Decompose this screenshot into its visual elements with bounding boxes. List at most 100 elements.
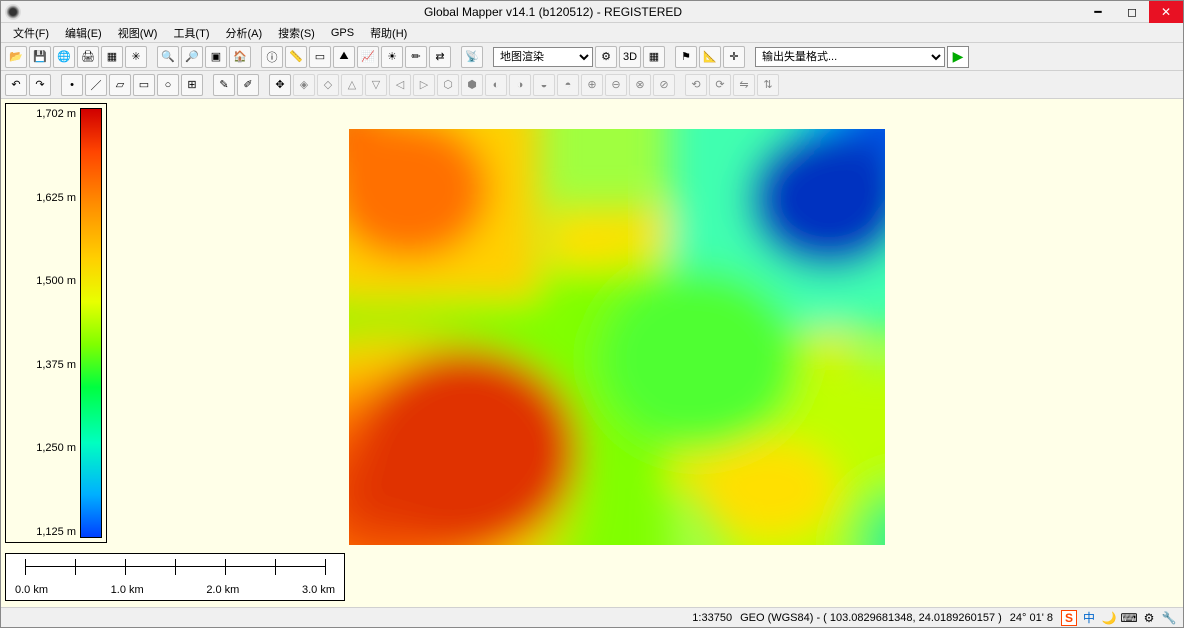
menu-gps[interactable]: GPS	[323, 25, 362, 41]
ruler-icon[interactable]: 📐	[699, 46, 721, 68]
elevation-map[interactable]	[349, 129, 885, 545]
tool-b-icon: ◇	[317, 74, 339, 96]
menu-file[interactable]: 文件(F)	[5, 23, 57, 43]
tool-k-icon: ◒	[533, 74, 555, 96]
create-line-icon[interactable]: ／	[85, 74, 107, 96]
tool-l-icon: ◓	[557, 74, 579, 96]
edit-point-icon[interactable]: ✎	[213, 74, 235, 96]
3d-icon[interactable]: 3D	[619, 46, 641, 68]
scale-label: 2.0 km	[206, 584, 239, 596]
save-icon[interactable]: 💾	[29, 46, 51, 68]
window-title: Global Mapper v14.1 (b120512) - REGISTER…	[25, 5, 1081, 19]
maximize-button[interactable]: ◻	[1115, 1, 1149, 23]
rotate-right-icon: ⟳	[709, 74, 731, 96]
close-button[interactable]: ✕	[1149, 1, 1183, 23]
view3d-icon[interactable]: ⛰	[333, 46, 355, 68]
grid-icon[interactable]: ▦	[643, 46, 665, 68]
open-icon[interactable]: 📂	[5, 46, 27, 68]
scale-label: 0.0 km	[15, 584, 48, 596]
moon-icon[interactable]: 🌙	[1101, 610, 1117, 626]
menu-analysis[interactable]: 分析(A)	[217, 23, 270, 43]
lang-icon[interactable]: 中	[1081, 610, 1097, 626]
status-projection: GEO (WGS84) - ( 103.0829681348, 24.01892…	[740, 612, 1002, 624]
legend-label: 1,500 m	[10, 275, 76, 287]
viewshed-icon[interactable]: ☀	[381, 46, 403, 68]
tool-o-icon: ⊗	[629, 74, 651, 96]
info-tool-icon[interactable]: ⓘ	[261, 46, 283, 68]
status-scale: 1:33750	[692, 612, 732, 624]
tool-a-icon: ◈	[293, 74, 315, 96]
tool-m-icon: ⊕	[581, 74, 603, 96]
gps-icon[interactable]: 📡	[461, 46, 483, 68]
print-icon[interactable]: 🖨	[77, 46, 99, 68]
tool-n-icon: ⊖	[605, 74, 627, 96]
tool-c-icon: △	[341, 74, 363, 96]
feature-info-icon[interactable]: ▭	[309, 46, 331, 68]
menu-help[interactable]: 帮助(H)	[362, 23, 415, 43]
system-tray: S 中 🌙 ⌨ ⚙ 🔧	[1061, 610, 1177, 626]
create-area-icon[interactable]: ▱	[109, 74, 131, 96]
ime-icon[interactable]: S	[1061, 610, 1077, 626]
app-window: Global Mapper v14.1 (b120512) - REGISTER…	[0, 0, 1184, 628]
measure-icon[interactable]: 📏	[285, 46, 307, 68]
flip-h-icon: ⇋	[733, 74, 755, 96]
redo-icon[interactable]: ↷	[29, 74, 51, 96]
window-controls: ━ ◻ ✕	[1081, 1, 1183, 23]
legend-colorbar	[80, 108, 102, 538]
create-circle-icon[interactable]: ○	[157, 74, 179, 96]
scalebar: 0.0 km 1.0 km 2.0 km 3.0 km	[5, 553, 345, 601]
config-icon[interactable]: ✳	[125, 46, 147, 68]
layers-icon[interactable]: ▦	[101, 46, 123, 68]
legend-labels: 1,702 m 1,625 m 1,500 m 1,375 m 1,250 m …	[10, 108, 80, 538]
create-point-icon[interactable]: •	[61, 74, 83, 96]
keyboard-icon[interactable]: ⌨	[1121, 610, 1137, 626]
path-profile-icon[interactable]: 📈	[357, 46, 379, 68]
flag-icon[interactable]: ⚑	[675, 46, 697, 68]
zoom-out-icon[interactable]: 🔎	[181, 46, 203, 68]
move-icon[interactable]: ✥	[269, 74, 291, 96]
tool-e-icon: ◁	[389, 74, 411, 96]
zoom-in-icon[interactable]: 🔍	[157, 46, 179, 68]
create-rect-icon[interactable]: ▭	[133, 74, 155, 96]
scale-label: 3.0 km	[302, 584, 335, 596]
export-format-combo[interactable]: 输出失量格式...	[755, 47, 945, 67]
settings-icon[interactable]: ⚙	[1141, 610, 1157, 626]
tool-icon[interactable]: 🔧	[1161, 610, 1177, 626]
scalebar-ticks	[25, 566, 325, 580]
crosshair-icon[interactable]: ✛	[723, 46, 745, 68]
undo-icon[interactable]: ↶	[5, 74, 27, 96]
digitizer-icon[interactable]: ✏	[405, 46, 427, 68]
tool-j-icon: ◑	[509, 74, 531, 96]
shader-options-icon[interactable]: ⚙	[595, 46, 617, 68]
tool-i-icon: ◐	[485, 74, 507, 96]
statusbar: 1:33750 GEO (WGS84) - ( 103.0829681348, …	[1, 607, 1183, 627]
menu-view[interactable]: 视图(W)	[110, 23, 166, 43]
home-icon[interactable]: 🏠	[229, 46, 251, 68]
menu-tools[interactable]: 工具(T)	[165, 23, 217, 43]
legend-label: 1,250 m	[10, 442, 76, 454]
create-grid-icon[interactable]: ⊞	[181, 74, 203, 96]
flip-v-icon: ⇅	[757, 74, 779, 96]
scale-label: 1.0 km	[111, 584, 144, 596]
legend-label: 1,625 m	[10, 192, 76, 204]
legend-label: 1,375 m	[10, 359, 76, 371]
render-mode-combo[interactable]: 地图渲染	[493, 47, 593, 67]
titlebar: Global Mapper v14.1 (b120512) - REGISTER…	[1, 1, 1183, 23]
rotate-left-icon: ⟲	[685, 74, 707, 96]
menu-edit[interactable]: 编辑(E)	[57, 23, 110, 43]
tool-d-icon: ▽	[365, 74, 387, 96]
zoom-full-icon[interactable]: ▣	[205, 46, 227, 68]
globe-icon[interactable]: 🌐	[53, 46, 75, 68]
toolbar-digitizer: ↶ ↷ • ／ ▱ ▭ ○ ⊞ ✎ ✐ ✥ ◈ ◇ △ ▽ ◁ ▷ ⬡ ⬢ ◐ …	[1, 71, 1183, 99]
map-workspace[interactable]: 1,702 m 1,625 m 1,500 m 1,375 m 1,250 m …	[1, 99, 1183, 607]
menu-search[interactable]: 搜索(S)	[270, 23, 323, 43]
minimize-button[interactable]: ━	[1081, 1, 1115, 23]
export-go-button[interactable]: ▶	[947, 46, 969, 68]
toolbar-main: 📂 💾 🌐 🖨 ▦ ✳ 🔍 🔎 ▣ 🏠 ⓘ 📏 ▭ ⛰ 📈 ☀ ✏ ⇄ 📡 地图…	[1, 43, 1183, 71]
tool-p-icon: ⊘	[653, 74, 675, 96]
tool-g-icon: ⬡	[437, 74, 459, 96]
legend-label: 1,702 m	[10, 108, 76, 120]
edit-line-icon[interactable]: ✐	[237, 74, 259, 96]
legend-label: 1,125 m	[10, 526, 76, 538]
coord-convert-icon[interactable]: ⇄	[429, 46, 451, 68]
